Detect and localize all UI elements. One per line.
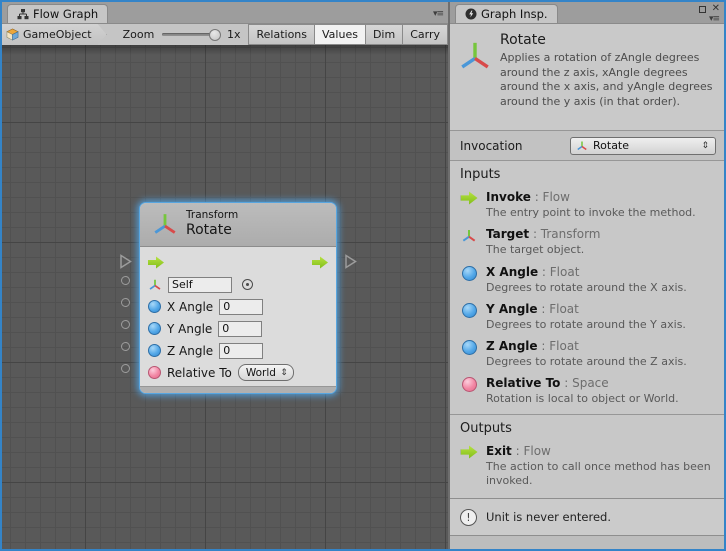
float-port-icon	[460, 302, 478, 332]
zoom-slider[interactable]	[162, 28, 219, 42]
rotate-node-wrap: Transform Rotate	[140, 203, 336, 393]
transform-axes-icon	[152, 212, 178, 238]
rotate-node-header[interactable]: Transform Rotate	[140, 203, 336, 247]
x-angle-port-outside[interactable]	[121, 298, 130, 307]
y-angle-label: Y Angle	[167, 322, 212, 336]
inspector-tabbar: Graph Insp. ✕ ▾≡	[450, 2, 724, 24]
tab-graph-inspector[interactable]: Graph Insp.	[455, 4, 558, 23]
z-angle-field[interactable]	[219, 343, 263, 359]
invoke-port-icon[interactable]	[148, 256, 164, 269]
dropdown-arrows-icon: ⇕	[280, 368, 288, 378]
outputs-header: Outputs	[460, 421, 716, 436]
flow-arrow-icon	[460, 190, 478, 220]
graph-inspector-icon	[465, 8, 477, 20]
outputs-section: Outputs ExitFlow The action to call once…	[450, 414, 724, 498]
graph-inspector-panel: Graph Insp. ✕ ▾≡ Rotate Applies a rotati…	[450, 2, 724, 549]
relative-to-port-icon[interactable]	[148, 366, 161, 379]
transform-axes-icon	[576, 140, 588, 152]
relations-button[interactable]: Relations	[248, 24, 314, 45]
invocation-dropdown[interactable]: Rotate ⇕	[570, 137, 716, 155]
unit-description: Applies a rotation of zAngle degrees aro…	[500, 51, 716, 109]
port-doc-z-angle: Z AngleFloat Degrees to rotate around th…	[460, 339, 716, 369]
port-doc-exit: ExitFlow The action to call once method …	[460, 444, 716, 489]
port-doc-target: TargetTransform The target object.	[460, 227, 716, 257]
values-button[interactable]: Values	[314, 24, 365, 45]
zoom-value: 1x	[227, 28, 241, 41]
warning-icon: !	[460, 509, 477, 526]
dropdown-arrows-icon: ⇕	[701, 141, 709, 151]
x-angle-field[interactable]	[219, 299, 263, 315]
inputs-header: Inputs	[460, 167, 716, 182]
x-angle-port-icon[interactable]	[148, 300, 161, 313]
breadcrumb-label: GameObject	[23, 28, 92, 41]
exit-port-icon[interactable]	[312, 256, 328, 269]
invoke-port-outside[interactable]	[119, 254, 132, 269]
warning-text: Unit is never entered.	[486, 510, 611, 524]
y-angle-field[interactable]	[218, 321, 262, 337]
y-angle-port-outside[interactable]	[121, 320, 130, 329]
flow-graph-panel: Flow Graph ▾≡ GameObject Zoom 1	[2, 2, 448, 549]
z-angle-port-icon[interactable]	[148, 344, 161, 357]
unit-title: Rotate	[500, 32, 716, 48]
transform-axes-icon	[460, 227, 478, 257]
transform-axes-icon	[458, 32, 492, 130]
target-port-outside[interactable]	[121, 276, 130, 285]
float-port-icon	[460, 265, 478, 295]
port-doc-x-angle: X AngleFloat Degrees to rotate around th…	[460, 265, 716, 295]
warning-row: ! Unit is never entered.	[450, 498, 724, 536]
carry-button[interactable]: Carry	[402, 24, 448, 45]
node-title: Rotate	[186, 222, 238, 240]
invocation-label: Invocation	[460, 139, 523, 153]
rotate-node[interactable]: Transform Rotate	[140, 203, 336, 393]
flow-arrow-icon	[460, 444, 478, 489]
flow-graph-toolbar: GameObject Zoom 1x Relations Values Dim …	[2, 24, 448, 45]
port-doc-relative-to: Relative ToSpace Rotation is local to ob…	[460, 376, 716, 406]
invocation-value: Rotate	[593, 139, 629, 152]
graph-canvas[interactable]: Transform Rotate	[2, 45, 448, 549]
relative-to-value: World	[246, 367, 276, 379]
object-picker-icon[interactable]	[242, 279, 253, 290]
tab-flow-graph[interactable]: Flow Graph	[7, 4, 108, 23]
exit-port-outside[interactable]	[344, 254, 357, 269]
x-angle-label: X Angle	[167, 300, 213, 314]
window-controls: ✕	[699, 4, 720, 14]
relative-to-port-outside[interactable]	[121, 364, 130, 373]
bottom-filler	[450, 536, 724, 549]
space-port-icon	[460, 376, 478, 406]
pane-menu-icon[interactable]: ▾≡	[433, 10, 443, 19]
maximize-icon[interactable]	[699, 6, 706, 13]
tab-flow-graph-label: Flow Graph	[33, 7, 98, 21]
zoom-slider-knob[interactable]	[209, 29, 221, 41]
toolbar-button-group: Relations Values Dim Carry	[248, 24, 448, 45]
tab-graph-inspector-label: Graph Insp.	[481, 7, 548, 21]
inputs-section: Inputs InvokeFlow The entry point to inv…	[450, 161, 724, 414]
flow-graph-icon	[17, 9, 29, 20]
z-angle-label: Z Angle	[167, 344, 213, 358]
rotate-node-footer	[140, 386, 336, 393]
close-icon[interactable]: ✕	[712, 4, 720, 14]
float-port-icon	[460, 339, 478, 369]
z-angle-port-outside[interactable]	[121, 342, 130, 351]
invocation-row: Invocation Rotate ⇕	[450, 131, 724, 161]
relative-to-label: Relative To	[167, 366, 232, 380]
node-category: Transform	[186, 209, 238, 222]
target-port-icon[interactable]	[148, 278, 162, 292]
inspector-pane-menu-icon[interactable]: ▾≡	[709, 15, 719, 24]
port-doc-invoke: InvokeFlow The entry point to invoke the…	[460, 190, 716, 220]
target-self-field[interactable]	[168, 277, 232, 293]
dim-button[interactable]: Dim	[365, 24, 402, 45]
unity-window: Flow Graph ▾≡ GameObject Zoom 1	[0, 0, 726, 551]
breadcrumb-gameobject[interactable]: GameObject	[2, 24, 107, 45]
rotate-node-body: X Angle Y Angle Z Angle	[140, 247, 336, 386]
zoom-label: Zoom	[123, 28, 155, 41]
port-doc-y-angle: Y AngleFloat Degrees to rotate around th…	[460, 302, 716, 332]
flow-graph-tabbar: Flow Graph ▾≡	[2, 2, 448, 24]
gameobject-cube-icon	[6, 28, 19, 41]
unit-description-section: Rotate Applies a rotation of zAngle degr…	[450, 24, 724, 131]
y-angle-port-icon[interactable]	[148, 322, 161, 335]
relative-to-dropdown[interactable]: World ⇕	[238, 364, 294, 381]
